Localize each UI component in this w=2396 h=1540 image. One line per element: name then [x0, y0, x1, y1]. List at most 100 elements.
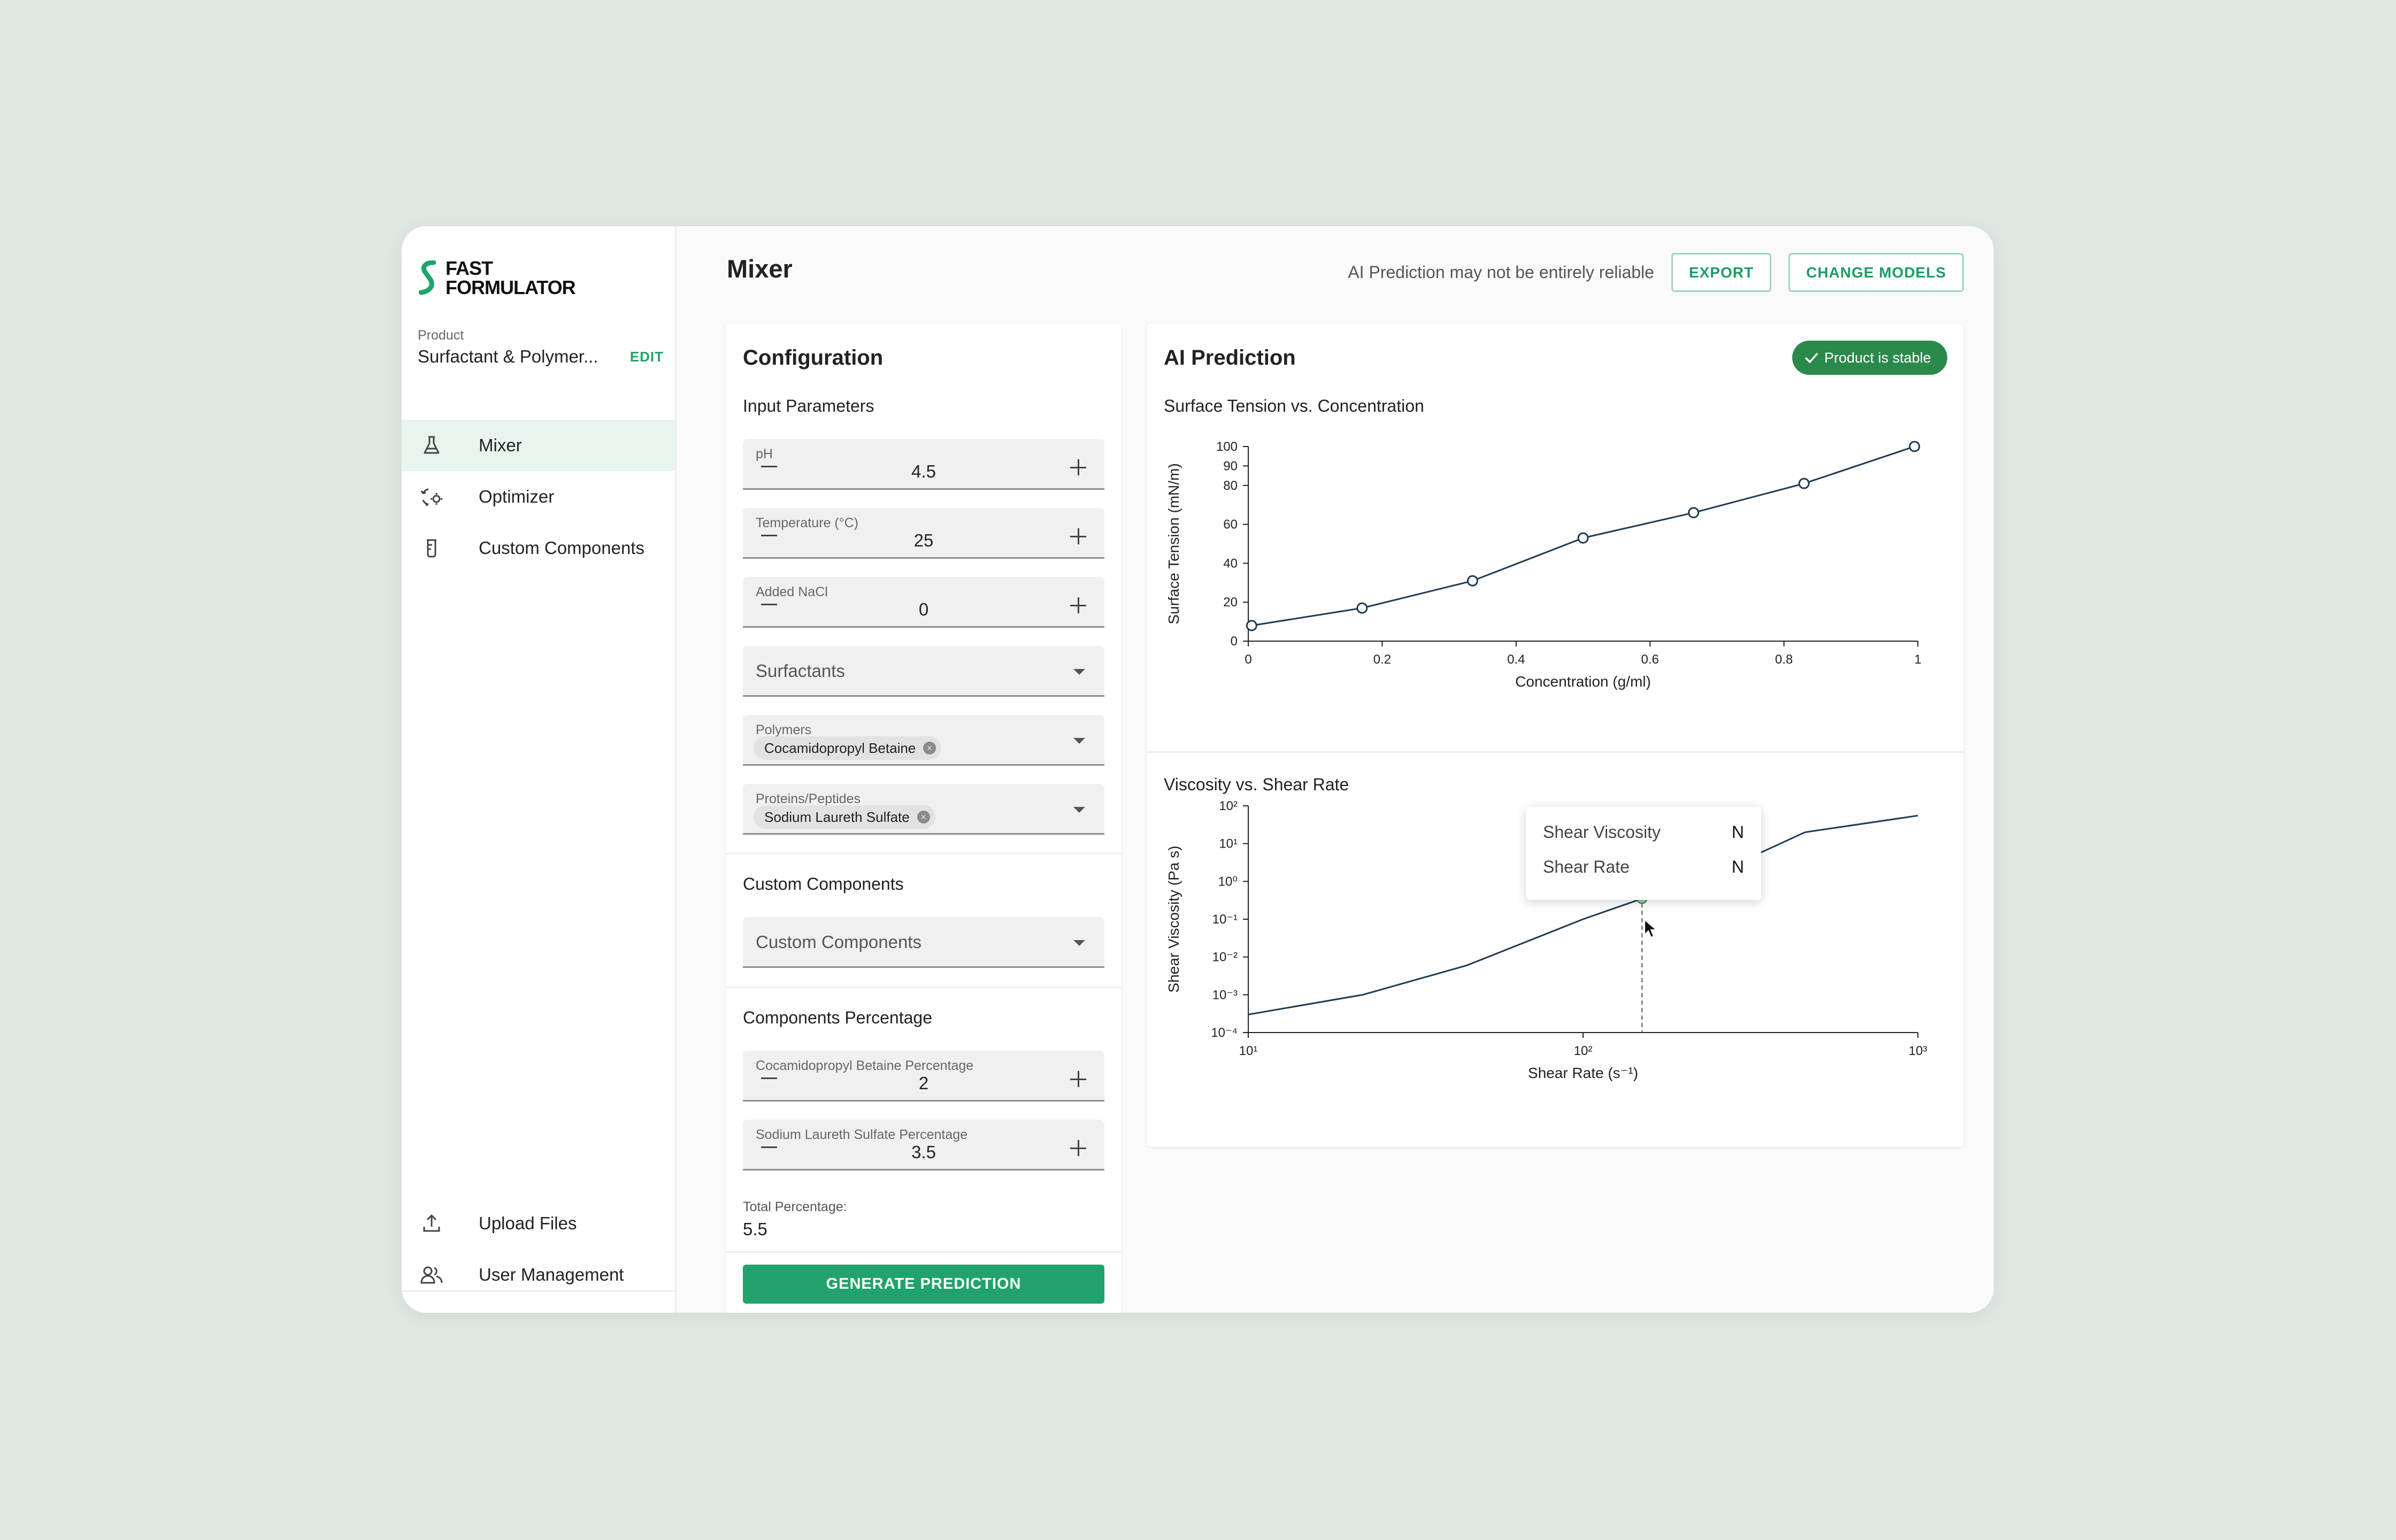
sles-percentage-stepper: Sodium Laureth Sulfate Percentage 3.5 — [743, 1120, 1104, 1171]
nacl-increment-button[interactable] — [1070, 597, 1086, 613]
sles-percentage-value[interactable]: 3.5 — [743, 1142, 1104, 1162]
ph-value[interactable]: 4.5 — [743, 461, 1104, 482]
surface-tension-chart: 0 20 40 60 80 90 100 0 0.2 0.4 0.6 0.8 1 Concentratio… — [1165, 440, 1922, 690]
chevron-down-icon — [1073, 807, 1085, 813]
y-tick-label: 40 — [1223, 556, 1238, 571]
generate-prediction-button[interactable]: GENERATE PREDICTION — [743, 1265, 1104, 1304]
temperature-stepper: Temperature (°C) 25 — [743, 508, 1104, 559]
cocamidopropyl-percentage-label: Cocamidopropyl Betaine Percentage — [756, 1058, 974, 1073]
data-point — [1246, 620, 1257, 632]
chevron-down-icon — [1073, 669, 1085, 675]
polymers-select[interactable]: Polymers Cocamidopropyl Betaine × — [743, 715, 1104, 766]
protein-chip: Sodium Laureth Sulfate × — [754, 805, 935, 829]
total-percentage-value: 5.5 — [743, 1219, 767, 1239]
data-point — [1798, 478, 1810, 489]
y-tick-label: 60 — [1223, 518, 1238, 532]
app-window: FAST FORMULATOR Product Surfactant & Pol… — [402, 226, 1994, 1313]
y-tick-label: 10² — [1219, 799, 1238, 813]
section-divider — [726, 853, 1122, 854]
beaker-icon — [420, 536, 443, 560]
sidebar-item-upload-files[interactable]: Upload Files — [402, 1198, 675, 1249]
sidebar-item-label: User Management — [479, 1265, 624, 1284]
flask-icon — [420, 434, 443, 457]
x-tick-label: 1 — [1914, 652, 1921, 667]
data-point — [1466, 575, 1478, 587]
chart-tooltip: Shear Viscosity N Shear Rate N — [1526, 806, 1761, 900]
tooltip-label: Shear Viscosity — [1543, 822, 1661, 842]
cocamidopropyl-increment-button[interactable] — [1070, 1071, 1086, 1087]
y-tick-label: 10⁻² — [1212, 950, 1238, 965]
stability-badge: Product is stable — [1792, 341, 1947, 375]
y-tick-label: 100 — [1216, 440, 1238, 454]
check-icon — [1804, 352, 1818, 364]
optimizer-icon — [420, 485, 443, 509]
sidebar-item-label: Upload Files — [479, 1213, 577, 1233]
tooltip-row-shear-viscosity: Shear Viscosity N — [1543, 822, 1744, 842]
chevron-down-icon — [1073, 738, 1085, 744]
logo-mark-icon — [419, 260, 436, 295]
sidebar-item-user-management[interactable]: User Management — [402, 1249, 675, 1300]
custom-components-title: Custom Components — [743, 874, 904, 894]
change-models-button[interactable]: CHANGE MODELS — [1788, 253, 1964, 292]
surfactants-select[interactable]: Surfactants — [743, 646, 1104, 697]
sles-increment-button[interactable] — [1070, 1140, 1086, 1156]
temperature-increment-button[interactable] — [1070, 528, 1086, 544]
chip-label: Sodium Laureth Sulfate — [764, 808, 910, 825]
x-tick-label: 0 — [1245, 652, 1251, 667]
y-tick-label: 10⁻³ — [1212, 988, 1238, 1002]
reliability-warning: AI Prediction may not be entirely reliab… — [1348, 263, 1654, 282]
stability-badge-label: Product is stable — [1824, 349, 1931, 366]
sidebar-nav: Mixer Optimizer Custom Components — [402, 420, 675, 574]
x-tick-label: 0.2 — [1373, 652, 1391, 667]
page-title: Mixer — [727, 255, 793, 283]
custom-components-select[interactable]: Custom Components — [743, 917, 1104, 968]
sidebar-item-custom-components[interactable]: Custom Components — [402, 522, 675, 574]
y-tick-label: 10⁻⁴ — [1211, 1026, 1238, 1040]
data-point — [1909, 441, 1921, 452]
proteins-label: Proteins/Peptides — [756, 791, 861, 806]
temperature-label: Temperature (°C) — [756, 515, 858, 530]
x-tick-label: 10¹ — [1239, 1044, 1258, 1058]
x-tick-label: 0.8 — [1775, 652, 1793, 667]
y-tick-label: 20 — [1223, 595, 1238, 610]
proteins-select[interactable]: Proteins/Peptides Sodium Laureth Sulfate… — [743, 784, 1104, 835]
nacl-value[interactable]: 0 — [743, 599, 1104, 620]
x-tick-label: 10³ — [1909, 1044, 1927, 1058]
sidebar-item-optimizer[interactable]: Optimizer — [402, 471, 675, 522]
tooltip-value: N — [1731, 857, 1744, 876]
product-label: Product — [418, 328, 464, 343]
configuration-panel: Configuration Input Parameters pH 4.5 Te… — [726, 324, 1122, 1313]
chip-remove-icon[interactable]: × — [923, 742, 936, 754]
ph-increment-button[interactable] — [1070, 459, 1086, 475]
y-tick-label: 10¹ — [1219, 837, 1238, 851]
chevron-down-icon — [1073, 940, 1085, 946]
x-axis-label: Concentration (g/ml) — [1515, 673, 1651, 690]
configuration-title: Configuration — [743, 346, 884, 369]
x-tick-label: 0.4 — [1507, 652, 1525, 667]
cocamidopropyl-percentage-value[interactable]: 2 — [743, 1073, 1104, 1094]
sidebar: FAST FORMULATOR Product Surfactant & Pol… — [402, 226, 677, 1313]
x-tick-label: 10² — [1574, 1044, 1593, 1058]
y-tick-label: 80 — [1223, 479, 1238, 493]
ph-label: pH — [756, 446, 773, 461]
chip-remove-icon[interactable]: × — [917, 811, 930, 823]
sidebar-item-mixer[interactable]: Mixer — [402, 420, 675, 471]
sidebar-bottom-nav: Upload Files User Management — [402, 1198, 677, 1300]
tooltip-label: Shear Rate — [1543, 857, 1630, 876]
y-axis-label: Surface Tension (mN/m) — [1165, 463, 1182, 624]
chip-label: Cocamidopropyl Betaine — [764, 740, 916, 756]
data-point — [1688, 507, 1700, 519]
nacl-stepper: Added NaCl 0 — [743, 577, 1104, 628]
logo-text: FAST FORMULATOR — [446, 257, 576, 298]
export-button[interactable]: EXPORT — [1671, 253, 1772, 292]
y-tick-label: 0 — [1231, 634, 1238, 649]
y-tick-label: 10⁻¹ — [1212, 912, 1238, 927]
x-tick-label: 0.6 — [1641, 652, 1659, 667]
data-point — [1577, 532, 1589, 544]
edit-product-button[interactable]: EDIT — [630, 349, 664, 365]
x-axis-label: Shear Rate (s⁻¹) — [1528, 1065, 1638, 1081]
logo[interactable]: FAST FORMULATOR — [419, 257, 576, 299]
temperature-value[interactable]: 25 — [743, 530, 1104, 551]
sles-percentage-label: Sodium Laureth Sulfate Percentage — [756, 1127, 968, 1142]
data-point — [1356, 602, 1368, 614]
